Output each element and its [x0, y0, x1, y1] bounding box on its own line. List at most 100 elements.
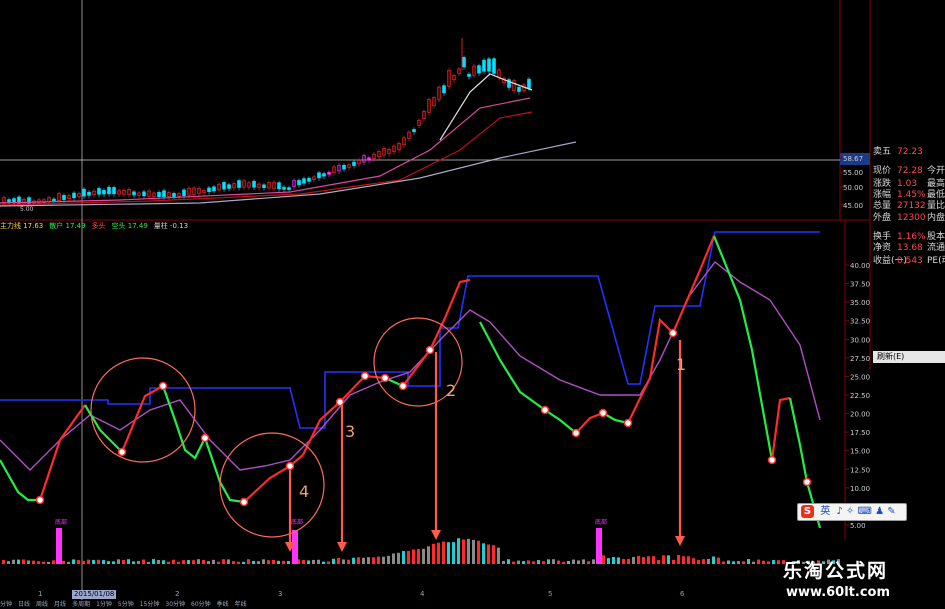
volume-bar — [592, 559, 595, 564]
period-tab[interactable]: 60分钟 — [191, 601, 211, 608]
candle-body — [172, 193, 176, 197]
volume-bar — [172, 559, 175, 564]
volume-bar — [447, 542, 450, 564]
volume-bar — [577, 560, 580, 564]
bottom-signal-bar — [596, 528, 602, 564]
annotation-number: 3 — [345, 422, 355, 441]
volume-bar — [307, 560, 310, 564]
ime-toolbar[interactable]: S 英 ♪ ✧ ⌨ ♟ ✎ — [797, 503, 907, 521]
indicator-main-line — [120, 385, 164, 453]
volume-bar — [637, 555, 640, 564]
sogou-logo-icon[interactable]: S — [801, 505, 814, 518]
period-tab[interactable]: 年线 — [235, 601, 247, 608]
candle-body — [222, 182, 226, 190]
candle-body — [282, 186, 286, 190]
volume-bar — [92, 559, 95, 564]
volume-bar — [272, 559, 275, 564]
indicator-main-line — [161, 385, 206, 460]
candle-body — [52, 198, 56, 202]
period-tab[interactable]: 多周期 — [72, 601, 90, 608]
volume-bar — [662, 555, 665, 564]
volume-bar — [77, 560, 80, 564]
price-low-note: 5.00 — [20, 206, 34, 213]
volume-bar — [357, 557, 360, 564]
indicator-main-line — [203, 437, 245, 504]
volume-bar — [2, 560, 5, 564]
volume-bar — [202, 560, 205, 564]
volume-bar — [67, 561, 70, 564]
candle-body — [467, 73, 471, 77]
signal-dot — [425, 345, 435, 355]
quote-extra-label: PE(动) — [927, 256, 945, 266]
volume-bar — [312, 559, 315, 564]
volume-bar — [647, 556, 650, 564]
volume-bar — [402, 551, 405, 564]
indicator-tick-label: 25.00 — [850, 373, 870, 381]
volume-bar — [642, 557, 645, 564]
quote-value: 72.28 — [897, 166, 923, 176]
candle-body — [207, 187, 211, 192]
volume-bar — [552, 559, 555, 564]
period-tab[interactable]: 日线 — [18, 601, 30, 608]
period-tab[interactable]: 5分钟 — [118, 601, 134, 608]
signal-dot — [380, 373, 390, 383]
volume-bar — [62, 560, 65, 564]
volume-bar — [102, 560, 105, 564]
candle-body — [62, 195, 66, 200]
period-tab[interactable]: 15分钟 — [140, 601, 160, 608]
quote-extra-label: 股本 — [927, 232, 945, 242]
volume-bar — [327, 561, 330, 564]
indicator-tick-label: 15.00 — [850, 448, 870, 456]
volume-bar — [477, 540, 480, 564]
volume-bar — [137, 560, 140, 564]
signal-dot — [239, 497, 249, 507]
volume-bar — [512, 561, 515, 564]
bottom-signal-label: 底部 — [595, 518, 607, 526]
signal-dot — [540, 405, 550, 415]
period-tab[interactable]: 30分钟 — [165, 601, 185, 608]
candle-body — [442, 85, 446, 94]
volume-bar — [627, 558, 630, 564]
candle-body — [102, 189, 106, 195]
volume-bar — [437, 542, 440, 564]
volume-bar — [692, 558, 695, 564]
candle-body — [517, 86, 521, 92]
quote-extra-label: 内盘 — [927, 213, 945, 223]
watermark-url: www.60lt.com — [786, 585, 891, 600]
volume-bar — [652, 556, 655, 564]
period-tab[interactable]: 月线 — [54, 601, 66, 608]
volume-bar — [432, 543, 435, 564]
volume-bar — [372, 557, 375, 564]
refresh-menu-item[interactable]: 刷新(E) — [873, 351, 945, 363]
ime-tool-icons[interactable]: ♪ ✧ ⌨ ♟ ✎ — [836, 504, 895, 520]
indicator-tick-label: 30.00 — [850, 336, 870, 344]
annotation-number: 4 — [299, 482, 309, 501]
volume-bar — [82, 560, 85, 564]
period-tab[interactable]: 周线 — [36, 601, 48, 608]
annotation-number: 1 — [676, 355, 686, 374]
signal-dot — [623, 418, 633, 428]
ime-mode-toggle[interactable]: 英 — [820, 504, 830, 520]
candle-body — [482, 59, 486, 72]
volume-bar — [602, 555, 605, 564]
indicator-legend-item: 空头 17.49 — [111, 222, 148, 230]
volume-bar — [22, 559, 25, 564]
volume-bar — [542, 561, 545, 564]
period-tab[interactable]: 季线 — [217, 601, 229, 608]
price-ma-line — [0, 141, 577, 207]
signal-dot — [285, 461, 295, 471]
volume-bar — [392, 553, 395, 564]
period-tab[interactable]: 1分钟 — [96, 601, 112, 608]
volume-bar — [87, 559, 90, 564]
indicator-main-line — [575, 411, 604, 434]
volume-bar — [397, 552, 400, 564]
volume-bar — [417, 549, 420, 564]
volume-bar — [567, 560, 570, 564]
crosshair-date-label: 2015/01/08 — [72, 590, 117, 599]
period-tab-bar[interactable]: 分钟 日线 周线 月线 多周期 1分钟 5分钟 15分钟 30分钟 60分钟 季线 年线 — [0, 600, 870, 609]
period-tab[interactable]: 分钟 — [0, 601, 12, 608]
volume-bar — [222, 559, 225, 564]
volume-bar — [672, 559, 675, 564]
volume-bar — [117, 559, 120, 564]
volume-bar — [687, 556, 690, 564]
